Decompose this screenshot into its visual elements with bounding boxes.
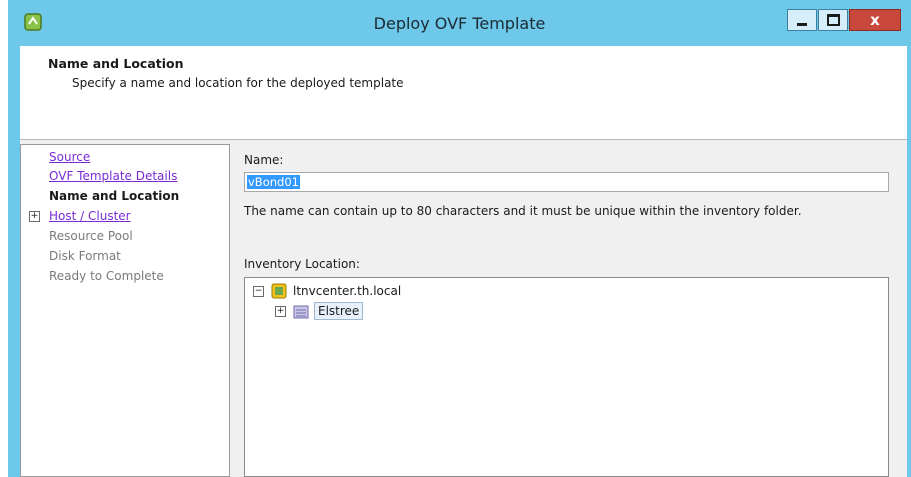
window-title: Deploy OVF Template: [373, 14, 546, 33]
step-resource-pool: Resource Pool: [49, 229, 133, 243]
step-source[interactable]: Source: [49, 150, 90, 164]
minimize-button[interactable]: [787, 9, 817, 31]
step-ready-to-complete: Ready to Complete: [49, 269, 164, 283]
inventory-location-label: Inventory Location:: [244, 257, 360, 271]
name-input-value: vBond01: [247, 175, 300, 189]
tree-label-elstree: Elstree: [314, 302, 364, 320]
minimize-icon: [797, 22, 807, 26]
step-name-and-location: Name and Location: [49, 189, 180, 203]
tree-item-elstree[interactable]: + Elstree: [275, 302, 364, 320]
step-host-cluster[interactable]: Host / Cluster: [49, 209, 131, 223]
maximize-icon: [826, 14, 840, 26]
tree-item-vcenter[interactable]: − ltnvcenter.th.local: [253, 282, 401, 300]
host-cluster-expand-icon[interactable]: +: [29, 211, 40, 222]
collapse-icon[interactable]: −: [253, 285, 264, 297]
expand-icon[interactable]: +: [275, 305, 286, 317]
vcenter-icon: [271, 283, 287, 299]
close-button[interactable]: x: [849, 9, 901, 31]
inventory-tree[interactable]: − ltnvcenter.th.local + Elstree: [244, 277, 889, 477]
step-disk-format: Disk Format: [49, 249, 121, 263]
wizard-header: Name and Location Specify a name and loc…: [20, 46, 907, 140]
wizard-steps-panel: Source OVF Template Details Name and Loc…: [20, 144, 230, 477]
name-label: Name:: [244, 153, 284, 167]
wizard-main-panel: Name: vBond01 The name can contain up to…: [230, 144, 907, 477]
name-help-text: The name can contain up to 80 characters…: [244, 204, 802, 218]
tree-label-vcenter: ltnvcenter.th.local: [293, 284, 402, 298]
step-ovf-template-details[interactable]: OVF Template Details: [49, 169, 177, 183]
page-subtitle: Specify a name and location for the depl…: [72, 76, 404, 90]
deploy-ovf-window: Deploy OVF Template x Name and Location …: [8, 0, 911, 477]
maximize-button[interactable]: [818, 9, 848, 31]
name-input[interactable]: vBond01: [244, 172, 889, 192]
title-bar[interactable]: Deploy OVF Template x: [8, 0, 911, 46]
datacenter-icon: [293, 305, 309, 319]
wizard-client-area: Name and Location Specify a name and loc…: [20, 46, 907, 477]
close-icon: x: [870, 10, 880, 29]
page-title: Name and Location: [48, 56, 184, 71]
